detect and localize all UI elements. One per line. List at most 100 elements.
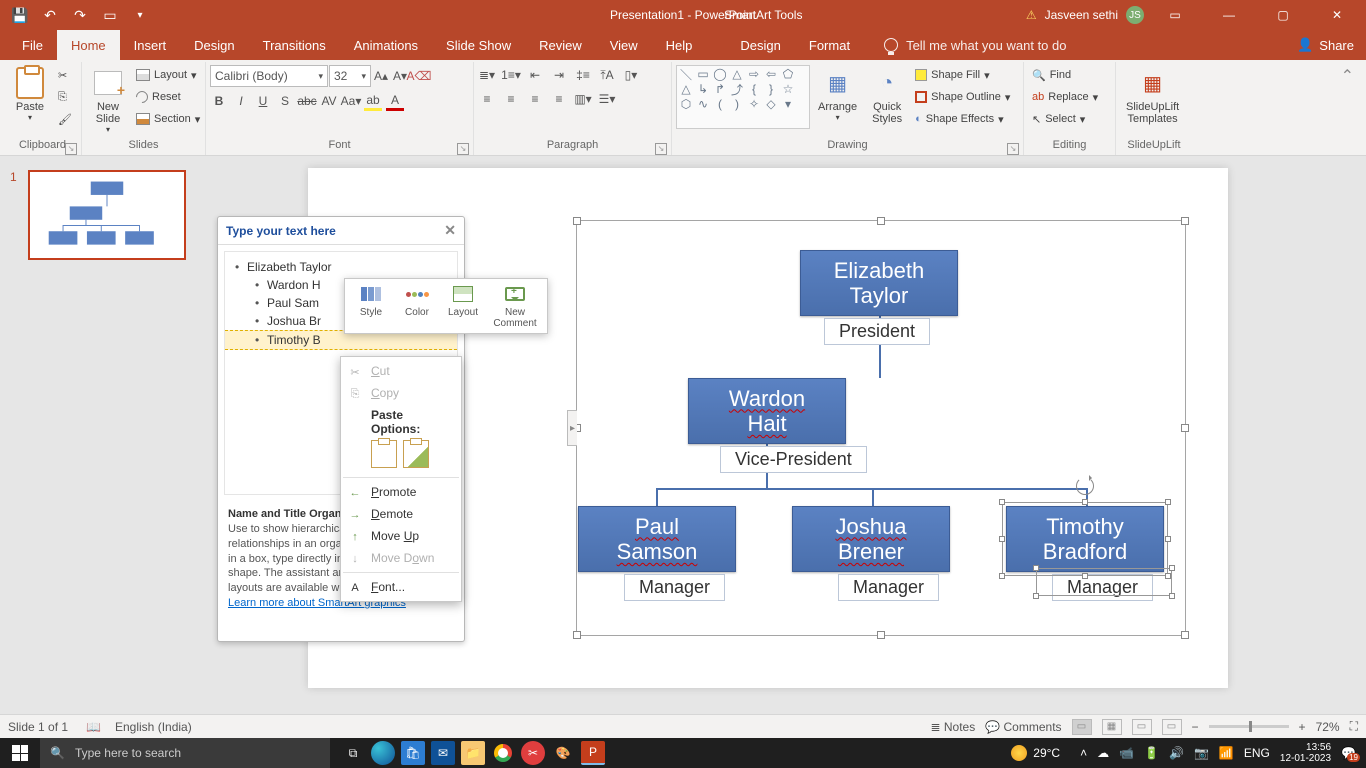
mini-layout-button[interactable]: Layout bbox=[443, 283, 483, 329]
smartart-convert-button[interactable]: ☰▾ bbox=[598, 89, 616, 109]
italic-button[interactable]: I bbox=[232, 91, 250, 111]
new-slide-button[interactable]: New Slide▾ bbox=[86, 65, 130, 136]
paint-icon[interactable]: 🎨 bbox=[551, 741, 575, 765]
inc-indent-button[interactable]: ⇥ bbox=[550, 65, 568, 85]
ctx-font[interactable]: AFont... bbox=[341, 576, 461, 598]
tab-help[interactable]: Help bbox=[652, 30, 707, 60]
explorer-icon[interactable]: 📁 bbox=[461, 741, 485, 765]
start-from-beginning-icon[interactable]: ▭ bbox=[102, 7, 118, 23]
selection-box-role[interactable] bbox=[1036, 568, 1172, 596]
mail-icon[interactable]: ✉ bbox=[431, 741, 455, 765]
ctx-move-up[interactable]: ↑Move Up bbox=[341, 525, 461, 547]
tab-smartart-design[interactable]: Design bbox=[726, 30, 794, 60]
warning-icon[interactable]: ⚠ bbox=[1026, 8, 1037, 22]
org-node-m1[interactable]: PaulSamson bbox=[578, 506, 736, 572]
tp-item-1[interactable]: Elizabeth Taylor bbox=[225, 258, 457, 276]
zoom-slider[interactable] bbox=[1209, 725, 1289, 728]
tab-design[interactable]: Design bbox=[180, 30, 248, 60]
user-avatar[interactable]: JS bbox=[1126, 6, 1144, 24]
volume-icon[interactable]: 🔊 bbox=[1169, 746, 1184, 760]
sorter-view-icon[interactable]: ▦ bbox=[1102, 719, 1122, 735]
change-case-button[interactable]: Aa▾ bbox=[342, 91, 360, 111]
font-size-combo[interactable]: 32▾ bbox=[329, 65, 371, 87]
reading-view-icon[interactable]: ▭ bbox=[1132, 719, 1152, 735]
find-button[interactable]: 🔍Find bbox=[1028, 65, 1102, 85]
numbering-button[interactable]: 1≡▾ bbox=[502, 65, 520, 85]
org-node-president[interactable]: ElizabethTaylor bbox=[800, 250, 958, 316]
copy-button[interactable]: ⎘ bbox=[54, 87, 76, 107]
paste-keep-source-icon[interactable] bbox=[371, 440, 397, 468]
tab-animations[interactable]: Animations bbox=[340, 30, 432, 60]
rotate-handle-icon[interactable] bbox=[1076, 477, 1094, 495]
weather[interactable]: 29°C bbox=[1011, 745, 1060, 761]
wifi-icon[interactable]: 📶 bbox=[1219, 746, 1234, 760]
language-indicator[interactable]: English (India) bbox=[115, 720, 192, 734]
shape-effects-button[interactable]: ◐Shape Effects▾ bbox=[911, 109, 1014, 129]
slideuplift-button[interactable]: ▦SlideUpLift Templates bbox=[1120, 65, 1185, 127]
paste-picture-icon[interactable] bbox=[403, 440, 429, 468]
comments-button[interactable]: 💬 Comments bbox=[985, 720, 1061, 734]
font-color-button[interactable]: A bbox=[386, 91, 404, 111]
maximize-icon[interactable]: ▢ bbox=[1260, 0, 1306, 30]
ctx-promote[interactable]: ←Promote bbox=[341, 481, 461, 503]
align-right-button[interactable]: ≡ bbox=[526, 89, 544, 109]
save-icon[interactable]: 💾 bbox=[12, 7, 28, 23]
mini-color-button[interactable]: Color bbox=[397, 283, 437, 329]
tab-insert[interactable]: Insert bbox=[120, 30, 181, 60]
zoom-out-icon[interactable]: − bbox=[1192, 720, 1199, 734]
start-button[interactable] bbox=[0, 738, 40, 768]
tab-view[interactable]: View bbox=[596, 30, 652, 60]
notes-button[interactable]: ≣ Notes bbox=[930, 720, 975, 734]
line-spacing-button[interactable]: ‡≡ bbox=[574, 65, 592, 85]
user-name[interactable]: Jasveen sethi bbox=[1045, 8, 1118, 22]
taskbar-search[interactable]: 🔍Type here to search bbox=[40, 738, 330, 768]
onedrive-icon[interactable]: ☁ bbox=[1097, 746, 1109, 760]
language-icon[interactable]: ENG bbox=[1244, 746, 1270, 760]
tab-review[interactable]: Review bbox=[525, 30, 596, 60]
edge-icon[interactable] bbox=[371, 741, 395, 765]
ribbon-options-icon[interactable]: ▭ bbox=[1152, 0, 1198, 30]
store-icon[interactable]: 🛍 bbox=[401, 741, 425, 765]
section-button[interactable]: Section▾ bbox=[132, 109, 204, 129]
text-direction-button[interactable]: ⤒A bbox=[598, 65, 616, 85]
snip-icon[interactable]: ✂ bbox=[521, 741, 545, 765]
minimize-icon[interactable]: — bbox=[1206, 0, 1252, 30]
textpane-toggle-icon[interactable]: ▸ bbox=[567, 410, 577, 446]
org-node-m2[interactable]: JoshuaBrener bbox=[792, 506, 950, 572]
columns-button[interactable]: ▥▾ bbox=[574, 89, 592, 109]
ctx-copy[interactable]: ⎘Copy bbox=[341, 382, 461, 404]
tab-file[interactable]: File bbox=[8, 30, 57, 60]
select-button[interactable]: ↖Select▾ bbox=[1028, 109, 1102, 129]
shadow-button[interactable]: S bbox=[276, 91, 294, 111]
highlight-button[interactable]: ab bbox=[364, 91, 382, 111]
bullets-button[interactable]: ≣▾ bbox=[478, 65, 496, 85]
collapse-ribbon-icon[interactable]: ⌃ bbox=[1333, 62, 1362, 155]
paragraph-launcher-icon[interactable]: ↘ bbox=[655, 143, 667, 155]
spellcheck-icon[interactable]: 📖 bbox=[86, 720, 101, 734]
grow-font-button[interactable]: A▴ bbox=[372, 66, 390, 86]
meet-now-icon[interactable]: 📹 bbox=[1119, 746, 1134, 760]
battery-icon[interactable]: 🔋 bbox=[1144, 746, 1159, 760]
mini-comment-button[interactable]: New Comment bbox=[489, 283, 541, 329]
qat-more-icon[interactable]: ▾ bbox=[132, 7, 148, 23]
strike-button[interactable]: abc bbox=[298, 91, 316, 111]
zoom-in-icon[interactable]: + bbox=[1299, 720, 1306, 734]
clear-format-button[interactable]: A⌫ bbox=[410, 66, 428, 86]
textpane-close-icon[interactable]: ✕ bbox=[444, 222, 456, 239]
normal-view-icon[interactable]: ▭ bbox=[1072, 719, 1092, 735]
task-view-icon[interactable]: ⧉ bbox=[341, 741, 365, 765]
paste-button[interactable]: Paste▾ bbox=[8, 65, 52, 124]
org-node-vp[interactable]: WardonHait bbox=[688, 378, 846, 444]
ctx-demote[interactable]: →Demote bbox=[341, 503, 461, 525]
char-spacing-button[interactable]: AV bbox=[320, 91, 338, 111]
shape-fill-button[interactable]: Shape Fill▾ bbox=[911, 65, 1014, 85]
clipboard-launcher-icon[interactable]: ↘ bbox=[65, 143, 77, 155]
align-text-button[interactable]: ▯▾ bbox=[622, 65, 640, 85]
slide-thumbnail-1[interactable] bbox=[28, 170, 186, 260]
align-center-button[interactable]: ≡ bbox=[502, 89, 520, 109]
tab-transitions[interactable]: Transitions bbox=[249, 30, 340, 60]
fit-window-icon[interactable]: ⛶ bbox=[1350, 719, 1358, 734]
selection-box[interactable] bbox=[1002, 502, 1168, 576]
tab-home[interactable]: Home bbox=[57, 30, 120, 60]
tray-expand-icon[interactable]: ˄ bbox=[1080, 746, 1087, 760]
